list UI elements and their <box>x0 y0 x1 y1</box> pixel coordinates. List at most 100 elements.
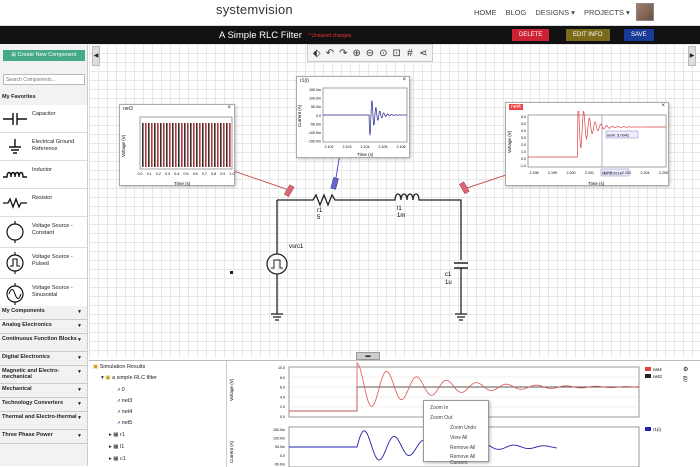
edit-info-button[interactable]: EDIT INFO <box>566 29 610 41</box>
plot-context-menu: Zoom In Zoom Out Zoom Undo View All Remo… <box>423 400 489 466</box>
legend-net4[interactable]: net4 <box>653 367 662 372</box>
avatar[interactable] <box>636 3 654 21</box>
category-technology-converters[interactable]: Technology Converters ▼ <box>0 398 87 412</box>
probe-window-r1[interactable]: r1(i) × 150.0m 100.0m 50.0m 0.0 -50.0m -100.0… <box>296 76 410 158</box>
y-tick-label: -100.0m <box>308 131 321 135</box>
pulse-bar <box>223 123 225 167</box>
probe-window-net4[interactable]: net4 × 6.0 5.0 4.0 3.0 2.0 1.0 0.0 -1.0 net4: 5… <box>505 102 669 186</box>
y-tick-label: -50.0m <box>310 122 321 126</box>
x-tick-label: 2.102 <box>325 145 334 149</box>
pulse-bar <box>166 123 168 167</box>
y-tick-label: 5.0 <box>521 122 526 126</box>
y-tick-labels: 150.0m100.0m50.0m0.0-50.0m <box>273 428 285 466</box>
x-tick-label: 2.106 <box>397 145 406 149</box>
nav-projects[interactable]: PROJECTS ▾ <box>584 8 630 17</box>
menu-zoom-out[interactable]: Zoom Out <box>430 415 452 421</box>
category-label: Technology Converters <box>2 400 64 406</box>
nav-blog[interactable]: BLOG <box>506 8 527 17</box>
tree-item-c1[interactable]: ▸ ▦ c1 <box>109 456 126 462</box>
pulse-bar <box>199 123 201 167</box>
r1-value[interactable]: 5 <box>317 215 321 221</box>
probe-net4-icon[interactable] <box>459 173 510 195</box>
tree-item-l1[interactable]: ▸ ▦ l1 <box>109 444 124 450</box>
component-ground[interactable]: Electrical Ground Reference <box>0 133 87 161</box>
c1-value[interactable]: 1u <box>445 280 452 286</box>
component-resistor[interactable]: Resistor <box>0 189 87 217</box>
x-tick-label: 0.1 <box>147 172 152 176</box>
tree-item-label: net4 <box>121 409 133 415</box>
pulse-bar <box>214 123 216 167</box>
x-tick-label: 0.4 <box>174 172 179 176</box>
cursor-value-tooltip: net4: 5.0042 <box>607 133 630 138</box>
tree-item-net3[interactable]: ⩘ net3 <box>117 398 132 405</box>
pulse-bar <box>208 123 210 167</box>
component-pulse-source[interactable]: Voltage Source - Pulsed <box>0 248 87 279</box>
menu-remove-cursors[interactable]: Remove All Cursors <box>450 454 488 466</box>
y-tick-label: 2.0 <box>521 143 526 147</box>
menu-zoom-in[interactable]: Zoom In <box>430 405 448 411</box>
y-tick-label: 8.0 <box>280 376 285 380</box>
tree-item-label: net5 <box>121 420 133 426</box>
y-tick-label: 0.0 <box>280 415 285 419</box>
component-capacitor[interactable]: Capacitor <box>0 105 87 133</box>
c1-label[interactable]: c1 <box>445 272 452 278</box>
category-my-components[interactable]: My Components ▼ <box>0 306 87 320</box>
tree-simulation[interactable]: ▾ ▣ a simple RLC filter <box>101 375 157 381</box>
category-mechanical[interactable]: Mechanical ▼ <box>0 384 87 398</box>
x-tick-labels: 2.198 2.199 2.200 2.201 2.202 2.203 2.204 2.205 <box>530 171 669 175</box>
component-search-input[interactable] <box>3 74 85 85</box>
top-navbar: systemvision HOME BLOG DESIGNS ▾ PROJECT… <box>0 0 700 26</box>
legend-r1[interactable]: r1(i) <box>653 427 661 432</box>
save-button[interactable]: SAVE <box>624 29 654 41</box>
menu-remove-all[interactable]: Remove All <box>450 445 475 451</box>
pulse-bar <box>184 123 186 167</box>
probe-plot-net3: Voltage (V) 0.0 0.1 0.2 0.3 0.4 0.5 0.6 0.7 0.8 0… <box>121 116 235 186</box>
menu-view-all[interactable]: View All <box>450 435 467 441</box>
close-icon[interactable]: × <box>227 105 231 111</box>
pulse-bar <box>193 123 195 167</box>
y-tick-label: 6.0 <box>521 115 526 119</box>
y-axis-label: Voltage (V) <box>121 134 126 157</box>
settings-icon[interactable]: ⚙ <box>683 366 688 373</box>
r1-label[interactable]: r1 <box>317 208 323 214</box>
x-tick-label: 0.7 <box>202 172 207 176</box>
close-icon[interactable]: × <box>402 77 406 83</box>
category-label: Digital Electronics <box>2 354 50 360</box>
close-icon[interactable]: × <box>661 103 665 109</box>
component-inductor[interactable]: Inductor <box>0 161 87 189</box>
tree-root[interactable]: ▣ Simulation Results <box>93 364 145 370</box>
category-magnetic[interactable]: Magnetic and Electro-mechanical ▼ <box>0 366 87 384</box>
l1-label[interactable]: l1 <box>397 206 402 212</box>
category-three-phase[interactable]: Three Phase Power ▼ <box>0 430 87 444</box>
export-icon[interactable]: ⎘ <box>683 376 688 383</box>
probe-window-net3[interactable]: net3 × Voltage (V) 0.0 0.1 0.2 0.3 0.4 0.5 0.6… <box>119 104 235 186</box>
category-digital[interactable]: Digital Electronics ▼ <box>0 352 87 366</box>
component-label: Voltage Source - Sinusoidal <box>32 285 73 298</box>
pulse-bar <box>178 123 180 167</box>
component-label: Voltage Source - Constant <box>32 223 73 236</box>
x-tick-label: 0.8 <box>211 172 216 176</box>
tree-item-net4[interactable]: ⩘ net4 <box>117 409 132 416</box>
top-y-axis-label: Voltage (V) <box>229 378 234 401</box>
brand-logo[interactable]: systemvision <box>216 2 293 17</box>
category-thermal[interactable]: Thermal and Electro-thermal ▼ <box>0 412 87 430</box>
component-dc-source[interactable]: Voltage Source - Constant <box>0 217 87 248</box>
capacitor-symbol <box>454 262 468 269</box>
l1-value[interactable]: 1m <box>397 213 405 219</box>
chevron-down-icon: ▼ <box>77 355 82 361</box>
category-continuous[interactable]: Continuous Function Blocks ▼ <box>0 334 87 352</box>
legend-net3[interactable]: net3 <box>653 374 662 379</box>
favorites-header[interactable]: My Favorites <box>0 94 87 100</box>
category-analog[interactable]: Analog Electronics ▼ <box>0 320 87 334</box>
source-label[interactable]: vsrc1 <box>289 244 304 250</box>
panel-resize-handle[interactable]: ▬ <box>356 352 380 360</box>
nav-home[interactable]: HOME <box>474 8 497 17</box>
create-component-button[interactable]: ⊞ Create New Component <box>3 50 85 61</box>
tree-item-0[interactable]: ⩘ 0 <box>117 387 125 394</box>
tree-item-r1[interactable]: ▸ ▦ r1 <box>109 432 125 438</box>
x-tick-label: 0.0 <box>138 172 143 176</box>
tree-item-net5[interactable]: ⩘ net5 <box>117 420 132 427</box>
nav-designs[interactable]: DESIGNS ▾ <box>535 8 575 17</box>
menu-zoom-undo[interactable]: Zoom Undo <box>450 425 476 431</box>
delete-button[interactable]: DELETE <box>512 29 550 41</box>
